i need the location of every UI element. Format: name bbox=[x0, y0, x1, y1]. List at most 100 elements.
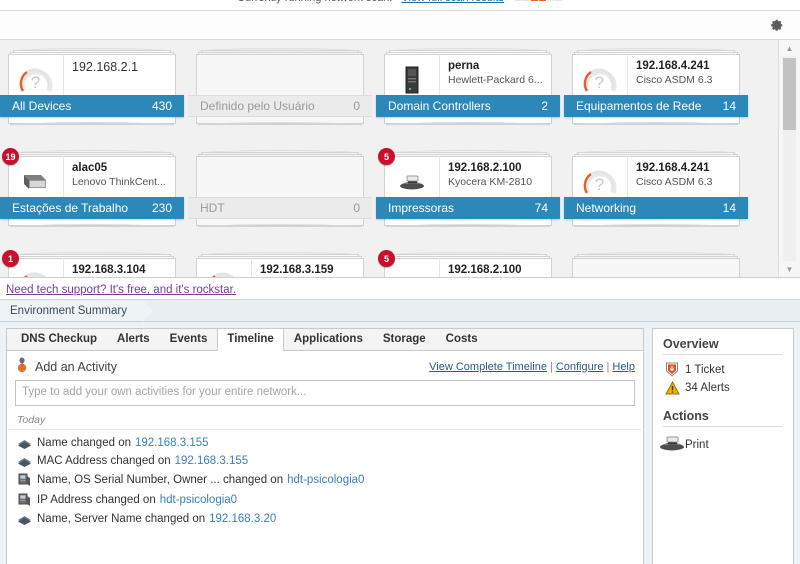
breadcrumb-item-environment-summary[interactable]: Environment Summary bbox=[0, 300, 153, 322]
device-group-tile-user-defined[interactable]: Definido pelo Usuário 0 bbox=[188, 48, 372, 129]
timeline-event-text: MAC Address changed on bbox=[37, 455, 171, 467]
tile-group-bar[interactable]: Definido pelo Usuário 0 bbox=[188, 95, 372, 117]
scrollbar-thumb[interactable] bbox=[783, 58, 796, 130]
tile-alert-badge[interactable]: 1 bbox=[2, 250, 19, 267]
gauge-unknown-icon: ? bbox=[581, 166, 619, 200]
workstation-icon bbox=[15, 473, 33, 487]
scan-results-link[interactable]: View full scan results bbox=[401, 0, 504, 4]
overview-row[interactable]: 34 Alerts bbox=[663, 379, 783, 397]
tile-text bbox=[628, 258, 740, 266]
tile-alert-badge[interactable]: 5 bbox=[378, 148, 395, 165]
tile-hostname: 192.168.2.1 bbox=[72, 60, 139, 74]
timeline-event-target-link[interactable]: 192.168.3.20 bbox=[209, 513, 276, 525]
tile-device-icon bbox=[572, 258, 628, 277]
tab-storage[interactable]: Storage bbox=[373, 329, 436, 350]
tile-text: 192.168.4.241 Cisco ASDM 6.3 bbox=[628, 156, 740, 188]
alert-warning-icon bbox=[663, 381, 681, 395]
tile-hostname: 192.168.2.100 bbox=[448, 162, 522, 174]
overview-row-label: 1 Ticket bbox=[685, 363, 725, 376]
tile-group-bar[interactable]: Networking 14 bbox=[564, 197, 748, 219]
device-group-tile-partial-4[interactable] bbox=[572, 252, 740, 277]
device-group-tile-impressoras[interactable]: 5 192.168.2.100 Kyocera KM-2810 Impressoras… bbox=[376, 148, 560, 231]
tile-group-label: Networking bbox=[576, 201, 637, 215]
tab-dns-checkup[interactable]: DNS Checkup bbox=[11, 329, 107, 350]
tab-timeline[interactable]: Timeline bbox=[217, 329, 284, 351]
ticket-icon bbox=[663, 362, 681, 377]
tile-group-label: Equipamentos de Rede bbox=[576, 99, 702, 113]
tile-group-bar[interactable]: Domain Controllers 2 bbox=[376, 95, 560, 117]
tile-hostname: 192.168.4.241 bbox=[636, 162, 710, 174]
device-group-tile-estacoes-de-trabalho[interactable]: 19 alac05 Lenovo ThinkCent... Estações de T… bbox=[0, 148, 184, 231]
device-group-tile-equipamentos-de-rede[interactable]: ? 192.168.4.241 Cisco ASDM 6.3 Equipamentos… bbox=[564, 48, 748, 129]
scan-progress-blocks bbox=[514, 0, 563, 4]
network-device-icon bbox=[15, 456, 33, 467]
tile-group-count: 74 bbox=[534, 201, 548, 215]
tech-support-link[interactable]: Need tech support? It's free, and it's r… bbox=[6, 284, 236, 296]
tile-text: 192.168.4.241 Cisco ASDM 6.3 bbox=[628, 54, 740, 86]
actions-title: Actions bbox=[663, 409, 783, 427]
tiles-toolbar bbox=[0, 10, 800, 40]
tile-hostname: perna bbox=[448, 60, 480, 72]
workstation-icon bbox=[18, 493, 30, 506]
gauge-unknown-icon: ? bbox=[581, 64, 619, 98]
timeline-event-target-link[interactable]: 192.168.3.155 bbox=[175, 455, 249, 467]
device-group-tile-partial-2[interactable]: ? 192.168.3.159 bbox=[196, 252, 364, 277]
tab-costs[interactable]: Costs bbox=[436, 329, 488, 350]
tab-alerts[interactable]: Alerts bbox=[107, 329, 160, 350]
tile-group-bar[interactable]: HDT 0 bbox=[188, 197, 372, 219]
timeline-event-row: Name changed on 192.168.3.155 bbox=[7, 434, 643, 452]
gear-icon[interactable] bbox=[770, 18, 784, 32]
tile-group-bar[interactable]: Equipamentos de Rede 14 bbox=[564, 95, 748, 117]
timeline-event-row: MAC Address changed on 192.168.3.155 bbox=[7, 452, 643, 470]
timeline-events-list: Name changed on 192.168.3.155 MAC Address … bbox=[7, 430, 643, 564]
server-tower-icon bbox=[402, 65, 422, 98]
tile-alert-badge[interactable]: 5 bbox=[378, 250, 395, 267]
device-group-row: 1? 192.168.3.104? 192.168.3.159 5 192.168.2.… bbox=[2, 250, 778, 277]
overview-row-label: 34 Alerts bbox=[685, 382, 730, 394]
gauge-unknown-icon: ? bbox=[205, 268, 243, 277]
tile-group-label: Domain Controllers bbox=[388, 99, 491, 113]
add-activity-header: Add an Activity View Complete Timeline | C… bbox=[7, 351, 643, 380]
tile-text: 192.168.3.104 bbox=[64, 258, 176, 277]
action-row[interactable]: Print bbox=[660, 432, 783, 457]
timeline-event-text: Name, Server Name changed on bbox=[37, 513, 206, 525]
tile-device-model: Cisco ASDM 6.3 bbox=[636, 176, 713, 188]
tile-body: ? 192.168.3.159 bbox=[196, 258, 364, 277]
network-device-icon bbox=[17, 439, 31, 449]
timeline-day-header: Today bbox=[9, 414, 641, 430]
device-group-tile-networking[interactable]: ? 192.168.4.241 Cisco ASDM 6.3 Networking 14 bbox=[564, 150, 748, 231]
overview-row[interactable]: 1 Ticket bbox=[663, 360, 783, 379]
tab-applications[interactable]: Applications bbox=[284, 329, 373, 350]
add-activity-icon bbox=[15, 357, 29, 376]
tile-group-bar[interactable]: Estações de Trabalho 230 bbox=[0, 197, 184, 219]
scan-status-text: Currently running network scan. bbox=[237, 0, 392, 4]
tile-group-label: All Devices bbox=[12, 99, 72, 113]
tile-group-bar[interactable]: All Devices 430 bbox=[0, 95, 184, 117]
timeline-panel: DNS Checkup Alerts Events Timeline Applicati… bbox=[6, 328, 644, 564]
view-complete-timeline-link[interactable]: View Complete Timeline bbox=[429, 361, 547, 373]
activity-input[interactable] bbox=[15, 380, 635, 406]
scroll-up-icon[interactable]: ▲ bbox=[779, 40, 800, 56]
device-group-tile-hdt[interactable]: HDT 0 bbox=[188, 150, 372, 231]
configure-link[interactable]: Configure bbox=[556, 361, 604, 373]
device-group-tile-domain-controllers[interactable]: perna Hewlett-Packard 6... Domain Controll… bbox=[376, 48, 560, 129]
device-group-row: 19 alac05 Lenovo ThinkCent... Estações de T… bbox=[0, 148, 778, 231]
device-group-tile-all-devices[interactable]: ? 192.168.2.1 All Devices 430 bbox=[0, 48, 184, 129]
tile-text: 192.168.3.159 bbox=[252, 258, 364, 277]
printer-icon bbox=[660, 434, 684, 455]
timeline-event-text: Name, OS Serial Number, Owner ... change… bbox=[37, 474, 284, 486]
tile-alert-badge[interactable]: 19 bbox=[2, 148, 19, 165]
add-activity-label: Add an Activity bbox=[35, 359, 117, 374]
device-group-tile-partial-1[interactable]: 1? 192.168.3.104 bbox=[2, 250, 176, 277]
timeline-event-target-link[interactable]: hdt-psicologia0 bbox=[287, 474, 364, 486]
scrollbar-track[interactable] bbox=[783, 56, 796, 261]
tile-group-bar[interactable]: Impressoras 74 bbox=[376, 197, 560, 219]
timeline-event-target-link[interactable]: 192.168.3.155 bbox=[135, 437, 209, 449]
timeline-event-target-link[interactable]: hdt-psicologia0 bbox=[160, 494, 237, 506]
device-group-tile-partial-3[interactable]: 5 192.168.2.100 bbox=[378, 250, 552, 277]
tiles-scrollbar[interactable]: ▲ ▼ bbox=[778, 40, 800, 277]
scroll-down-icon[interactable]: ▼ bbox=[779, 261, 800, 277]
help-link[interactable]: Help bbox=[612, 361, 635, 373]
tab-events[interactable]: Events bbox=[160, 329, 218, 350]
tile-hostname: 192.168.2.100 bbox=[448, 264, 522, 276]
